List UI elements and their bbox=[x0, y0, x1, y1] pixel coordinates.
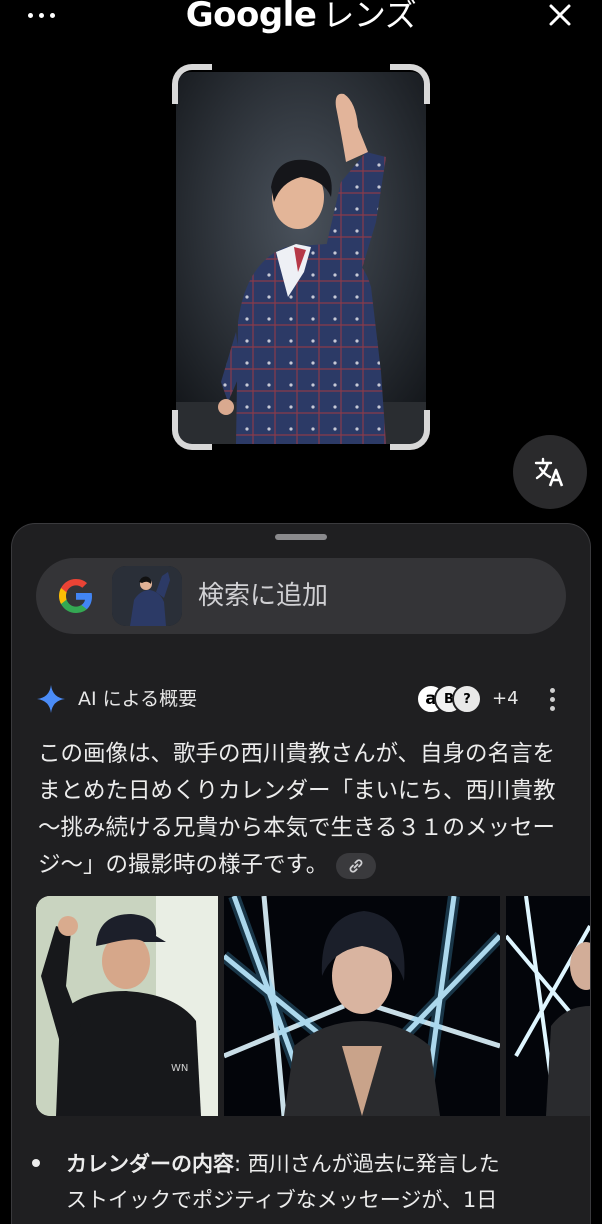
ai-overview-header: AI による概要 a B ? +4 bbox=[36, 684, 566, 716]
query-thumbnail[interactable] bbox=[112, 566, 182, 626]
source-badge-3[interactable]: ? bbox=[452, 684, 482, 714]
corner-handle-bottom-left[interactable] bbox=[172, 410, 212, 450]
corner-handle-top-left[interactable] bbox=[172, 64, 212, 104]
bullet-second-line: ストイックでポジティブなメッセージが、1日 bbox=[66, 1188, 498, 1212]
close-icon[interactable] bbox=[545, 0, 575, 30]
add-to-search-label: 検索に追加 bbox=[198, 581, 329, 611]
app-title-suffix: レンズ bbox=[322, 0, 417, 34]
related-images-carousel[interactable]: WN bbox=[36, 896, 590, 1116]
results-sheet: 検索に追加 AI による概要 a B ? +4 この画像は、歌手の西川貴教さんが… bbox=[11, 523, 591, 1224]
sheet-drag-handle[interactable] bbox=[275, 534, 327, 540]
more-sources-count[interactable]: +4 bbox=[492, 687, 519, 711]
add-to-search-bar[interactable]: 検索に追加 bbox=[36, 558, 566, 634]
more-vertical-icon[interactable] bbox=[548, 688, 556, 712]
top-bar: Google レンズ bbox=[0, 0, 602, 40]
related-image-1[interactable]: WN bbox=[36, 896, 218, 1116]
link-icon bbox=[349, 858, 363, 873]
google-g-icon bbox=[59, 579, 92, 613]
app-title: Google レンズ bbox=[0, 0, 602, 38]
related-image-2[interactable] bbox=[224, 896, 500, 1116]
translate-icon bbox=[534, 457, 564, 487]
ai-overview-title: AI による概要 bbox=[78, 688, 198, 710]
lens-selection[interactable] bbox=[172, 64, 430, 450]
bullet-text: : 西川さんが過去に発言した bbox=[234, 1152, 500, 1176]
app-title-brand: Google bbox=[185, 0, 317, 35]
selected-photo bbox=[176, 72, 426, 444]
ai-overview-summary: この画像は、歌手の西川貴教さんが、自身の名言をまとめた日めくりカレンダー「まいに… bbox=[38, 736, 566, 884]
related-image-3[interactable] bbox=[506, 896, 590, 1116]
translate-button[interactable] bbox=[513, 435, 587, 509]
bullet-label: カレンダーの内容 bbox=[66, 1152, 234, 1176]
summary-text: この画像は、歌手の西川貴教さんが、自身の名言をまとめた日めくりカレンダー「まいに… bbox=[38, 741, 556, 878]
corner-handle-top-right[interactable] bbox=[390, 64, 430, 104]
source-badges[interactable]: a B ? bbox=[416, 684, 482, 716]
svg-text:WN: WN bbox=[171, 1063, 188, 1074]
corner-handle-bottom-right[interactable] bbox=[390, 410, 430, 450]
bullet-first-line: カレンダーの内容: 西川さんが過去に発言した bbox=[66, 1146, 586, 1182]
source-link-chip[interactable] bbox=[336, 852, 377, 879]
gemini-sparkle-icon bbox=[37, 685, 65, 713]
bullet-dot bbox=[32, 1159, 40, 1167]
